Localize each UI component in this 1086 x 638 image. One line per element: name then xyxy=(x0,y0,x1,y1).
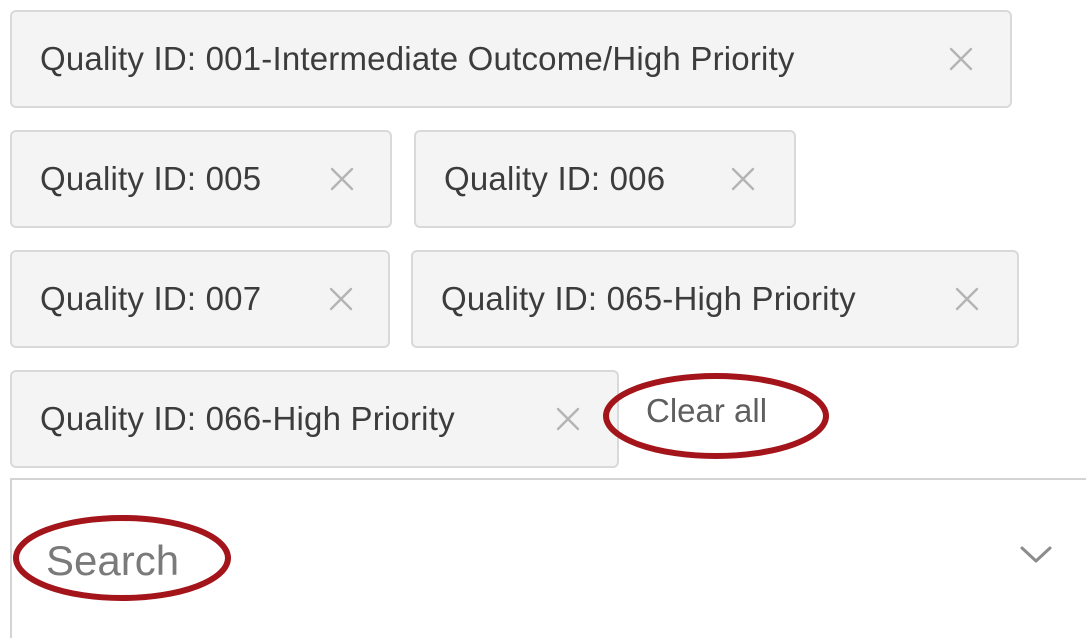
close-icon[interactable] xyxy=(328,286,354,312)
close-icon[interactable] xyxy=(954,286,980,312)
selected-chip: Quality ID: 006 xyxy=(414,130,796,228)
selected-chip: Quality ID: 007 xyxy=(10,250,390,348)
close-icon[interactable] xyxy=(730,166,756,192)
search-combobox xyxy=(10,478,1086,638)
chip-label: Quality ID: 005 xyxy=(40,160,262,197)
close-icon[interactable] xyxy=(948,46,974,72)
selected-chip: Quality ID: 001-Intermediate Outcome/Hig… xyxy=(10,10,1012,108)
search-input[interactable] xyxy=(46,533,946,589)
selected-chip: Quality ID: 005 xyxy=(10,130,392,228)
chip-label: Quality ID: 006 xyxy=(444,160,666,197)
clear-all-button[interactable]: Clear all xyxy=(646,392,767,430)
chip-label: Quality ID: 001-Intermediate Outcome/Hig… xyxy=(40,40,795,77)
chip-label: Quality ID: 065-High Priority xyxy=(441,280,856,317)
selected-chip: Quality ID: 066-High Priority xyxy=(10,370,619,468)
close-icon[interactable] xyxy=(329,166,355,192)
chip-label: Quality ID: 007 xyxy=(40,280,262,317)
selected-chip: Quality ID: 065-High Priority xyxy=(411,250,1019,348)
close-icon[interactable] xyxy=(555,406,581,432)
chevron-down-icon[interactable] xyxy=(1016,542,1056,566)
chip-label: Quality ID: 066-High Priority xyxy=(40,400,455,437)
